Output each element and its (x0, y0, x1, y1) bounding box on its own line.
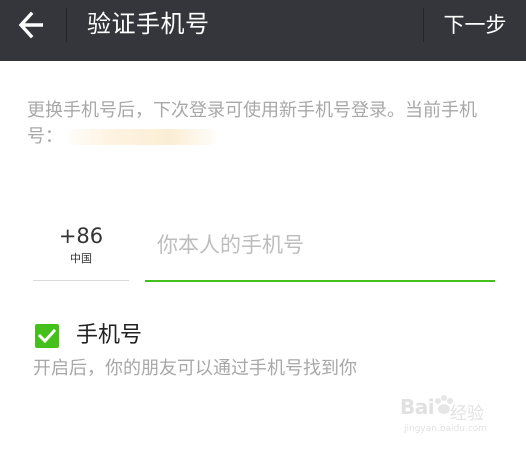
phone-field (145, 222, 495, 282)
watermark-suffix: 经验 (450, 404, 484, 424)
verify-phone-screen: 验证手机号 下一步 更换手机号后，下次登录可使用新手机号登录。当前手机号： +8… (0, 0, 526, 451)
arrow-left-icon (18, 11, 43, 39)
back-button[interactable] (0, 0, 64, 61)
checkmark-icon (38, 328, 56, 344)
watermark-brand: Bai (400, 395, 435, 419)
baidu-jingyan-watermark: Bai 经验 jingyan.baidu.com (398, 393, 502, 439)
country-code-selector[interactable]: +86 中国 (33, 222, 129, 281)
phone-number-input[interactable] (157, 228, 487, 262)
phone-discoverable-label[interactable]: 手机号 (76, 321, 142, 351)
country-name: 中国 (70, 252, 92, 265)
page-title: 验证手机号 (87, 10, 210, 38)
appbar-divider-left (66, 8, 67, 42)
country-code: +86 (58, 224, 104, 248)
next-step-button[interactable]: 下一步 (424, 0, 526, 50)
phone-discoverable-description: 开启后，你的朋友可以通过手机号找到你 (33, 358, 357, 379)
app-bar: 验证手机号 下一步 (0, 0, 526, 61)
phone-discoverable-checkbox[interactable] (35, 324, 59, 348)
masked-current-number (67, 129, 217, 145)
change-number-hint: 更换手机号后，下次登录可使用新手机号登录。当前手机号： (27, 98, 497, 150)
watermark-url: jingyan.baidu.com (404, 424, 488, 434)
